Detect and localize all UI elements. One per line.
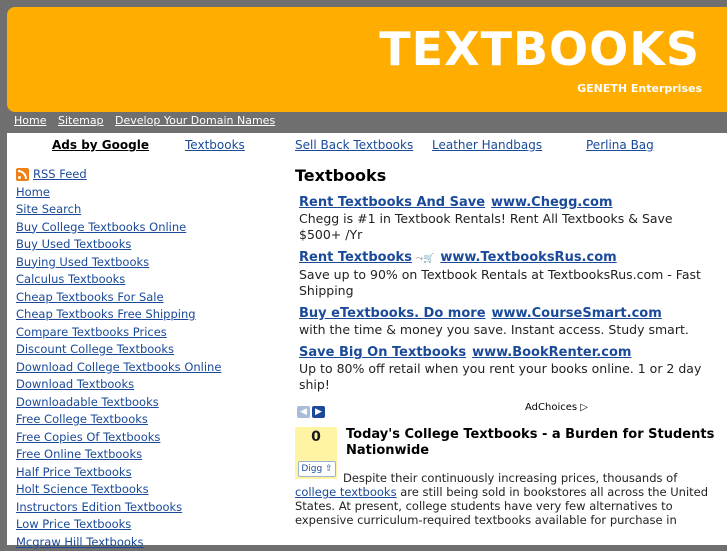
sidebar-item[interactable]: Home [16, 184, 221, 202]
ad-url-link[interactable]: www.Chegg.com [491, 195, 612, 210]
ad-unit: Rent Textbooks And Save www.Chegg.com Ch… [299, 194, 715, 243]
sidebar-item[interactable]: Half Price Textbooks [16, 464, 221, 482]
sidebar-item[interactable]: Calculus Textbooks [16, 271, 221, 289]
sidebar: RSS Feed Home Site Search Buy College Te… [16, 166, 221, 551]
main-column: Textbooks Rent Textbooks And Save www.Ch… [295, 166, 715, 527]
rss-feed-link[interactable]: RSS Feed [33, 166, 87, 184]
digg-widget: 0 Digg ⇧ [295, 427, 337, 479]
ad-unit: Rent Textbooks ⤳🛒 www.TextbooksRus.com S… [299, 249, 715, 299]
topnav-sitemap-link[interactable]: Sitemap [58, 114, 104, 127]
content-area: Ads by Google Textbooks Sell Back Textbo… [7, 133, 727, 545]
digg-arrow-icon: ⇧ [325, 464, 333, 474]
ad-text: Save up to 90% on Textbook Rentals at Te… [299, 267, 715, 299]
ad-url-link[interactable]: www.TextbooksRus.com [440, 250, 616, 265]
sidebar-item[interactable]: Free Online Textbooks [16, 446, 221, 464]
rss-icon [16, 168, 29, 181]
sidebar-item[interactable]: Holt Science Textbooks [16, 481, 221, 499]
ad-unit: Buy eTextbooks. Do more www.CourseSmart.… [299, 305, 715, 338]
chevron-left-icon[interactable]: ◀ [297, 406, 310, 418]
adchoices-link[interactable]: AdChoices ▷ [525, 402, 588, 413]
digg-button-label: Digg [301, 464, 322, 474]
sidebar-item[interactable]: Buying Used Textbooks [16, 254, 221, 272]
sidebar-item[interactable]: Compare Textbooks Prices [16, 324, 221, 342]
top-navigation: Home Sitemap Develop Your Domain Names [14, 114, 283, 127]
adlink-perlina-bag[interactable]: Perlina Bag [586, 138, 654, 152]
ad-links-bar: Ads by Google Textbooks Sell Back Textbo… [7, 133, 727, 159]
chevron-right-icon[interactable]: ▶ [312, 406, 325, 418]
ad-headline-link[interactable]: Save Big On Textbooks [299, 345, 466, 360]
adlink-sell-back-textbooks[interactable]: Sell Back Textbooks [295, 138, 413, 152]
sidebar-item[interactable]: Download College Textbooks Online [16, 359, 221, 377]
digg-count: 0 [295, 429, 337, 445]
sidebar-item[interactable]: Mcgraw Hill Textbooks [16, 534, 221, 551]
adchoices-icon: ▷ [580, 402, 588, 413]
sidebar-item[interactable]: Buy Used Textbooks [16, 236, 221, 254]
sidebar-item[interactable]: Low Price Textbooks [16, 516, 221, 534]
site-header: TEXTBOOKS GENETH Enterprises [7, 7, 727, 112]
college-textbooks-link[interactable]: college textbooks [295, 485, 397, 499]
ad-url-link[interactable]: www.CourseSmart.com [492, 306, 662, 321]
ad-navigation: ◀▶ AdChoices ▷ [297, 401, 715, 421]
sidebar-item[interactable]: Discount College Textbooks [16, 341, 221, 359]
ad-text: Chegg is #1 in Textbook Rentals! Rent Al… [299, 211, 715, 243]
ad-text: Up to 80% off retail when you rent your … [299, 361, 715, 393]
sidebar-item[interactable]: Download Textbooks [16, 376, 221, 394]
ad-unit: Save Big On Textbooks www.BookRenter.com… [299, 344, 715, 393]
page-title: Textbooks [295, 166, 715, 188]
site-subtitle: GENETH Enterprises [577, 82, 702, 95]
ad-headline-link[interactable]: Rent Textbooks [299, 250, 412, 265]
adlink-textbooks[interactable]: Textbooks [185, 138, 245, 152]
sidebar-item[interactable]: Cheap Textbooks For Sale [16, 289, 221, 307]
sidebar-item[interactable]: Downloadable Textbooks [16, 394, 221, 412]
sidebar-item[interactable]: Free Copies Of Textbooks [16, 429, 221, 447]
ad-text: with the time & money you save. Instant … [299, 322, 715, 338]
sidebar-item[interactable]: Site Search [16, 201, 221, 219]
ad-headline-link[interactable]: Buy eTextbooks. Do more [299, 306, 486, 321]
sidebar-item[interactable]: Buy College Textbooks Online [16, 219, 221, 237]
article-title: Today's College Textbooks - a Burden for… [346, 427, 715, 459]
ads-by-google-link[interactable]: Ads by Google [52, 138, 149, 152]
topnav-home-link[interactable]: Home [14, 114, 46, 127]
sidebar-item[interactable]: Cheap Textbooks Free Shipping [16, 306, 221, 324]
rss-feed-row[interactable]: RSS Feed [16, 166, 221, 184]
ad-url-link[interactable]: www.BookRenter.com [472, 345, 631, 360]
digg-button[interactable]: Digg ⇧ [298, 461, 336, 477]
sidebar-item[interactable]: Free College Textbooks [16, 411, 221, 429]
site-title: TEXTBOOKS [379, 23, 700, 75]
adchoices-label: AdChoices [525, 402, 577, 413]
cart-icon: ⤳🛒 [416, 254, 434, 264]
article-text: Despite their continuously increasing pr… [343, 471, 677, 485]
article: 0 Digg ⇧ Today's College Textbooks - a B… [295, 427, 715, 527]
article-body: Despite their continuously increasing pr… [295, 471, 715, 527]
topnav-develop-link[interactable]: Develop Your Domain Names [115, 114, 275, 127]
adlink-leather-handbags[interactable]: Leather Handbags [432, 138, 542, 152]
ad-headline-link[interactable]: Rent Textbooks And Save [299, 195, 485, 210]
sidebar-item[interactable]: Instructors Edition Textbooks [16, 499, 221, 517]
